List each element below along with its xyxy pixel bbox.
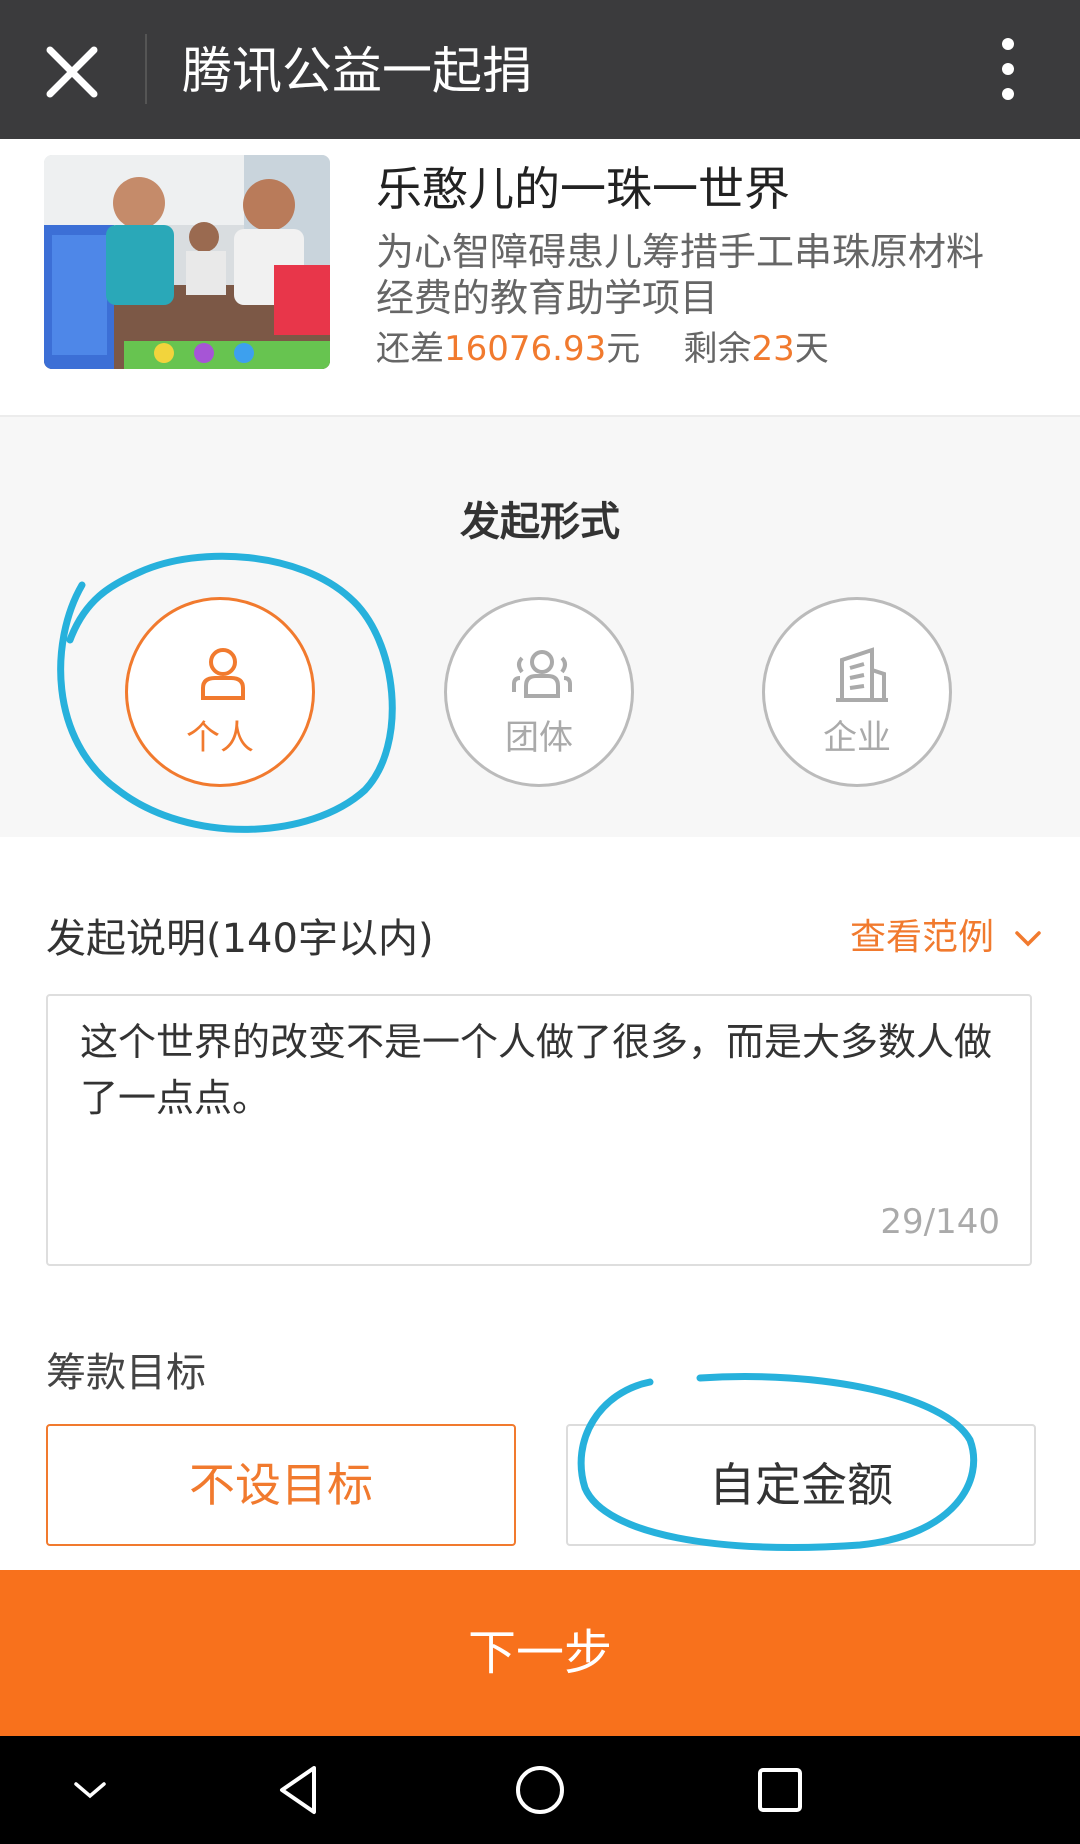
description-textarea[interactable]: 这个世界的改变不是一个人做了很多，而是大多数人做了一点点。 29/140 (46, 994, 1032, 1266)
project-title: 乐憨儿的一珠一世界 (376, 162, 790, 216)
nav-back-icon[interactable] (270, 1760, 330, 1820)
title-bar: 腾讯公益一起捐 (0, 0, 1080, 139)
project-progress: 还差16076.93元 剩余23天 (376, 325, 829, 373)
project-card[interactable]: 乐憨儿的一珠一世界 为心智障碍患儿筹措手工串珠原材料经费的教育助学项目 还差16… (0, 139, 1080, 417)
launch-form-title: 发起形式 (460, 499, 620, 545)
view-example-link[interactable]: 查看范例 (850, 908, 1043, 960)
option-company[interactable]: 企业 (762, 597, 952, 787)
no-goal-button[interactable]: 不设目标 (46, 1424, 516, 1546)
remaining-prefix: 还差 (376, 329, 444, 369)
option-personal-label: 个人 (186, 718, 254, 758)
option-group-label: 团体 (505, 718, 573, 758)
next-step-button[interactable]: 下一步 (0, 1570, 1080, 1736)
system-nav-bar (0, 1736, 1080, 1844)
option-group[interactable]: 团体 (444, 597, 634, 787)
project-photo (44, 155, 330, 369)
person-icon (201, 648, 245, 700)
close-icon[interactable] (40, 40, 104, 104)
description-text: 这个世界的改变不是一个人做了很多，而是大多数人做了一点点。 (80, 1020, 993, 1120)
nav-hide-keyboard-icon[interactable] (60, 1760, 120, 1820)
goal-label: 筹款目标 (46, 1350, 206, 1396)
days-value: 23 (751, 329, 795, 369)
character-counter: 29/140 (880, 1202, 1000, 1242)
building-icon (836, 647, 888, 702)
title-divider (145, 34, 147, 104)
option-company-label: 企业 (823, 718, 891, 758)
view-example-label: 查看范例 (850, 917, 995, 958)
custom-amount-button[interactable]: 自定金额 (566, 1424, 1036, 1546)
days-unit: 天 (794, 329, 829, 369)
remaining-unit: 元 (606, 329, 641, 369)
more-vertical-icon[interactable] (994, 36, 1022, 102)
nav-home-icon[interactable] (510, 1760, 570, 1820)
group-icon (512, 650, 572, 698)
remaining-amount: 16076.93 (444, 329, 607, 369)
project-description: 为心智障碍患儿筹措手工串珠原材料经费的教育助学项目 (376, 230, 985, 320)
launch-form-section: 发起形式 个人 团体 企业 (0, 417, 1080, 837)
page-title: 腾讯公益一起捐 (182, 42, 532, 100)
days-prefix: 剩余 (683, 329, 752, 369)
nav-recents-icon[interactable] (750, 1760, 810, 1820)
chevron-down-icon (1015, 931, 1042, 947)
option-personal[interactable]: 个人 (125, 597, 315, 787)
description-label: 发起说明(140字以内) (46, 916, 434, 962)
